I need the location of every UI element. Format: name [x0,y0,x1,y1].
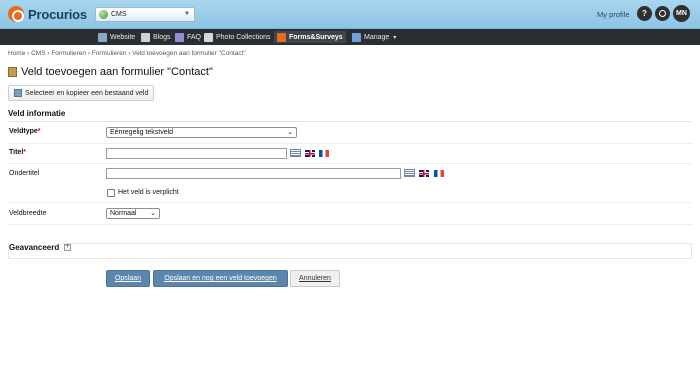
nav-item-photo-collections[interactable]: Photo Collections [204,31,270,43]
veldbreedte-select[interactable]: Normaal ⌄ [106,208,160,219]
copy-icon [14,89,22,97]
procurios-logo-icon [8,6,24,22]
required-checkbox-label[interactable]: Het veld is verplicht [118,189,179,196]
ondertitel-input[interactable] [106,168,401,179]
main-nav: Website Blogs FAQ Photo Collections Form… [0,29,700,45]
veldtype-label: Veldtype* [9,128,41,135]
row-divider [8,224,692,225]
chevron-down-icon: ⌄ [287,129,293,136]
advanced-fieldset [8,243,692,259]
veldbreedte-select-value: Normaal [110,210,137,217]
veldtype-label-text: Veldtype [9,128,38,135]
page-title-wrap: Veld toevoegen aan formulier "Contact" [8,66,213,78]
forms-icon [277,32,286,42]
nav-item-website[interactable]: Website [98,31,135,43]
site-select-value: CMS [111,11,127,18]
page-title: Veld toevoegen aan formulier "Contact" [21,66,213,78]
nav-item-label: Photo Collections [216,33,271,41]
veldtype-select[interactable]: Eénregelig tekstveld ⌄ [106,127,297,138]
cancel-button-label: Annuleren [299,275,331,282]
user-avatar-button[interactable]: MN [673,5,690,22]
website-icon [98,32,107,42]
nav-item-label: Manage [364,33,390,41]
veldtype-select-value: Eénregelig tekstveld [110,129,174,136]
translate-icon[interactable] [290,149,301,157]
nav-item-label: Forms&Surveys [289,33,343,41]
copy-existing-field-button[interactable]: Selecteer en kopieer een bestaand veld [8,85,155,101]
blogs-icon [141,32,150,42]
form-icon [8,67,17,77]
required-marker: * [37,128,41,135]
brand-name: Procurios [28,6,87,22]
manage-icon [352,32,361,42]
titel-label-text: Titel [9,149,24,156]
save-and-add-button[interactable]: Opslaan en nog een veld toevoegen [153,270,288,287]
nav-item-label: FAQ [187,33,202,41]
my-profile-link[interactable]: My profile [597,10,630,19]
nav-item-forms-surveys[interactable]: Forms&Surveys [274,31,346,43]
row-divider [8,163,692,164]
help-button[interactable]: ? [637,6,652,21]
flag-uk-icon[interactable] [305,150,315,157]
breadcrumb[interactable]: Home › CMS › Formulieren › Formulieren ›… [8,50,246,57]
expand-plus-icon[interactable]: + [64,244,71,251]
veldbreedte-label: Veldbreedte [9,210,47,217]
ondertitel-label: Ondertitel [9,170,40,177]
copy-existing-field-label: Selecteer en kopieer een bestaand veld [25,89,149,97]
chevron-down-icon: ⌄ [150,210,156,217]
translate-icon[interactable] [404,169,415,177]
row-divider [8,202,692,203]
row-divider [8,143,692,144]
nav-item-label: Website [110,33,136,41]
nav-item-label: Blogs [153,33,171,41]
section-divider [8,121,692,122]
procurios-logo[interactable]: Procurios [8,6,87,22]
chevron-down-icon: ▾ [393,34,397,41]
top-bar: Procurios CMS ▼ My profile ? MN [0,0,700,29]
nav-item-faq[interactable]: FAQ [175,31,201,43]
nav-item-manage[interactable]: Manage ▾ [352,31,396,43]
flag-fr-icon[interactable] [319,150,329,157]
search-button[interactable] [655,6,670,21]
chevron-down-icon: ▼ [184,11,190,17]
titel-input[interactable] [106,148,287,159]
save-and-add-button-label: Opslaan en nog een veld toevoegen [164,275,277,282]
site-select[interactable]: CMS ▼ [95,7,195,22]
faq-icon [175,32,184,42]
cancel-button[interactable]: Annuleren [290,270,340,287]
nav-item-blogs[interactable]: Blogs [141,31,171,43]
save-button[interactable]: Opslaan [106,270,150,287]
section-title: Veld informatie [8,109,66,118]
globe-icon [99,10,108,19]
flag-fr-icon[interactable] [434,170,444,177]
flag-uk-icon[interactable] [419,170,429,177]
advanced-title[interactable]: Geavanceerd [9,243,63,252]
photo-icon [204,32,213,42]
required-marker: * [23,149,26,156]
titel-label: Titel* [9,149,26,156]
required-checkbox[interactable] [107,189,115,197]
save-button-label: Opslaan [114,275,142,282]
